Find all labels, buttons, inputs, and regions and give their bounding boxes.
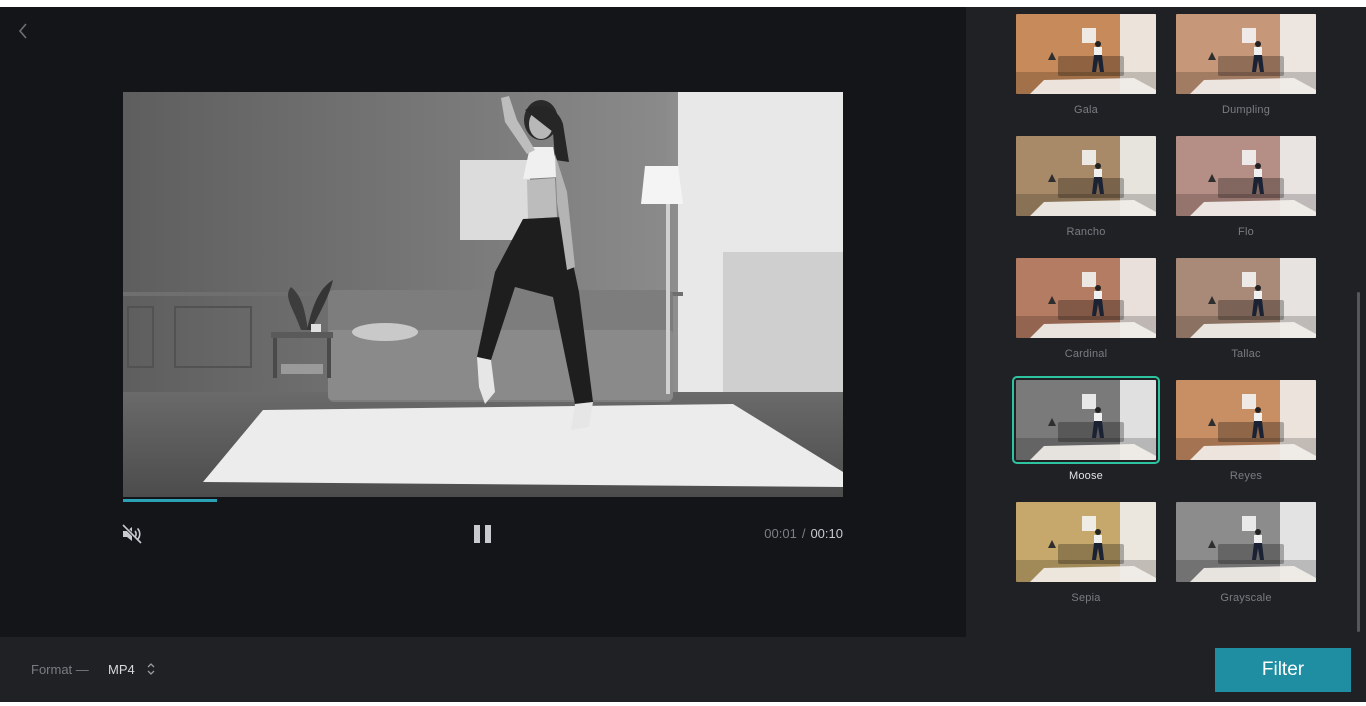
filter-option-grayscale[interactable]: Grayscale [1176,502,1316,604]
playback-time: 00:01 / 00:10 [764,526,843,541]
pause-icon [474,525,491,543]
filter-thumbnail [1016,258,1156,338]
filter-option-rancho[interactable]: Rancho [1016,136,1156,238]
total-time: 00:10 [810,526,843,541]
playback-progress-fill [123,499,217,502]
filter-label: Sepia [1071,592,1101,604]
filter-label: Moose [1068,470,1104,482]
filter-option-dumpling[interactable]: Dumpling [1176,14,1316,116]
filter-thumbnail [1176,502,1316,582]
filter-panel: Gala Dumpling Rancho Flo Cardinal Tallac Moose… [966,7,1366,637]
time-separator: / [801,526,806,541]
filter-option-gala[interactable]: Gala [1016,14,1156,116]
format-label: Format — [31,662,89,677]
filter-thumbnail [1016,14,1156,94]
filter-label: Cardinal [1064,348,1108,360]
filter-thumbnail [1016,502,1156,582]
up-down-caret-icon[interactable] [146,661,156,677]
filter-thumbnail [1016,136,1156,216]
pause-button[interactable] [471,522,495,546]
filter-option-tallac[interactable]: Tallac [1176,258,1316,360]
filter-thumbnail [1176,380,1316,460]
filter-option-sepia[interactable]: Sepia [1016,502,1156,604]
filter-thumbnail [1176,14,1316,94]
chevron-left-icon [18,23,27,39]
format-select[interactable]: MP4 [108,662,135,677]
filter-label: Flo [1238,226,1254,238]
playback-progress[interactable] [123,499,843,502]
video-filter-app: 00:01 / 00:10 Gala Dumpling Rancho Flo Cardina… [0,7,1366,702]
filter-panel-scrollbar[interactable] [1357,292,1360,632]
window-bottom-edge [0,702,1366,706]
filter-option-reyes[interactable]: Reyes [1176,380,1316,482]
filter-label: Rancho [1066,226,1106,238]
bottom-toolbar: Format — MP4 Filter [0,637,1366,702]
current-time: 00:01 [764,526,797,541]
filter-label: Dumpling [1221,104,1271,116]
video-preview[interactable] [123,92,843,497]
back-button[interactable] [12,19,36,43]
filter-thumbnail [1012,376,1160,464]
filter-option-flo[interactable]: Flo [1176,136,1316,238]
filter-option-cardinal[interactable]: Cardinal [1016,258,1156,360]
filter-thumbnail [1176,136,1316,216]
filter-label: Reyes [1229,470,1263,482]
filter-label: Gala [1073,104,1099,116]
filter-option-moose[interactable]: Moose [1012,376,1160,482]
volume-muted-icon [121,523,143,545]
filter-label: Grayscale [1220,592,1272,604]
mute-button[interactable] [120,522,144,546]
filter-label: Tallac [1231,348,1261,360]
filter-button[interactable]: Filter [1215,648,1351,692]
filter-thumbnail [1176,258,1316,338]
